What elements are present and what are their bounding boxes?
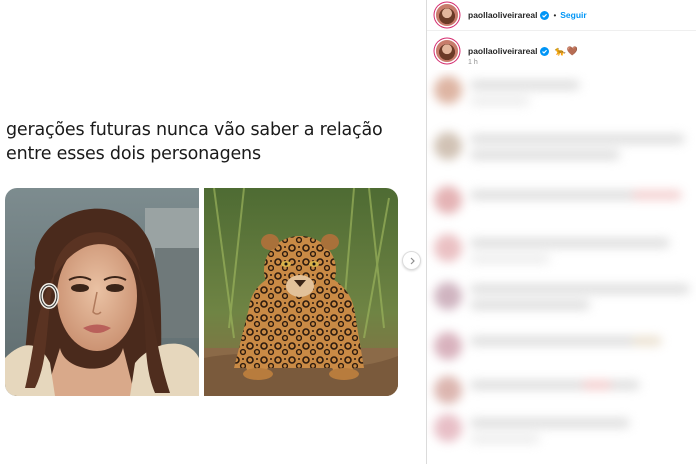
comment-avatar [434,132,462,160]
comment-avatar [434,76,462,104]
header-divider [427,30,696,31]
avatar[interactable] [436,4,458,26]
woman-photo [5,188,199,396]
post-media: gerações futuras nunca vão saber a relaç… [0,0,426,464]
comment-item [432,230,694,270]
comment-item [432,372,694,412]
tweet-text-line-2: entre esses dois personagens [6,144,261,164]
comment-text-blur [632,190,682,200]
comment-text-blur [470,134,685,144]
comment-text-blur [470,238,670,248]
comment-item [432,278,694,318]
comment-text-blur [470,418,630,428]
comment-text-blur [470,380,640,390]
header-username[interactable]: paollaoliveirareal [468,10,537,20]
post-timestamp[interactable]: 1 h [468,59,478,66]
comment-item [432,410,694,450]
tweet-text: gerações futuras nunca vão saber a relaç… [6,118,406,166]
comment-item [432,128,694,168]
comment-text-blur [470,300,590,310]
post-header: paollaoliveirareal • Seguir [427,0,696,30]
comment-text-blur [582,380,612,390]
comment-avatar [434,282,462,310]
follow-button[interactable]: Seguir [560,10,586,20]
carousel-next-button[interactable] [402,251,421,270]
comment-avatar [434,332,462,360]
caption-avatar[interactable] [436,40,458,62]
comment-item [432,182,694,222]
comment-item [432,72,694,112]
comment-avatar [434,376,462,404]
tweet-text-line-1: gerações futuras nunca vão saber a relaç… [6,120,383,140]
caption-username[interactable]: paollaoliveirareal [468,46,537,56]
comment-avatar [434,414,462,442]
comment-text-blur [632,336,662,346]
comment-text-blur [470,80,580,90]
comment-avatar [434,234,462,262]
post-caption: paollaoliveirareal 🐆🤎 1 h [436,40,691,66]
verified-badge-icon [540,10,550,20]
comment-meta-blur [470,434,540,444]
caption-emojis: 🐆🤎 [554,45,579,56]
comment-item [432,328,694,368]
verified-badge-icon [540,46,550,56]
comment-text-blur [470,150,620,160]
comment-text-blur [470,190,640,200]
comment-avatar [434,186,462,214]
post-side-panel: paollaoliveirareal • Seguir paollaolivei… [427,0,696,464]
comments-list [427,70,696,464]
comment-text-blur [470,284,690,294]
comment-text-blur [470,336,650,346]
header-separator: • [553,10,557,20]
jaguar-photo [204,188,398,396]
comment-meta-blur [470,254,550,264]
chevron-right-icon [410,257,415,264]
comment-meta-blur [470,96,530,106]
